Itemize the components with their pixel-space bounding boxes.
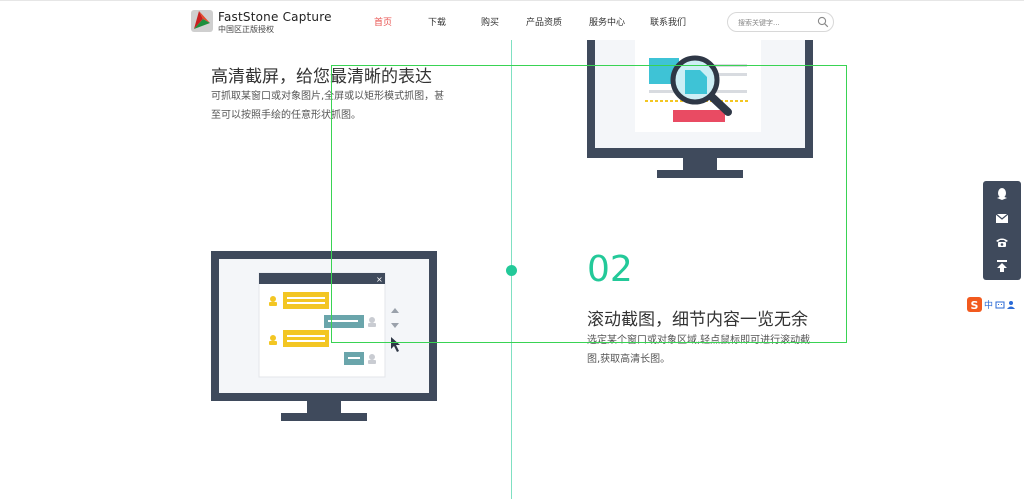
monitor-magnifier-illustration [587, 40, 813, 178]
ime-language[interactable]: 中 [984, 298, 993, 311]
search-input[interactable] [738, 17, 810, 28]
monitor-scroll-illustration: × [211, 251, 437, 421]
feature-2-title: 滚动截图，细节内容一览无余 [587, 310, 808, 330]
feature-1-title: 高清截屏，给您最清晰的表达 [211, 67, 432, 87]
ime-toolbar: S 中 [967, 296, 1024, 313]
sogou-s-icon[interactable]: S [967, 297, 982, 312]
feature-2-desc-line1: 选定某个窗口或对象区域,轻点鼠标即可进行滚动截 [587, 335, 811, 346]
qq-icon[interactable] [995, 187, 1009, 201]
search-icon[interactable] [817, 16, 829, 28]
punctuation-icon[interactable] [995, 300, 1005, 310]
nav-download[interactable]: 下载 [428, 15, 446, 28]
floating-contact-toolbar [983, 181, 1021, 280]
faststone-logo-icon[interactable] [191, 7, 213, 33]
nav-service[interactable]: 服务中心 [589, 15, 625, 28]
feature-2-number: 02 [587, 249, 633, 290]
search-box [727, 12, 834, 32]
brand-title[interactable]: FastStone Capture [218, 10, 332, 24]
feature-1-desc-line1: 可抓取某窗口或对象图片,全屏或以矩形模式抓图，甚 [211, 91, 445, 102]
timeline-dot [506, 265, 517, 276]
phone-icon[interactable] [995, 235, 1009, 249]
svg-text:×: × [376, 275, 383, 284]
nav-qualification[interactable]: 产品资质 [526, 15, 562, 28]
mail-icon[interactable] [995, 211, 1009, 225]
nav-buy[interactable]: 购买 [481, 15, 499, 28]
feature-2-desc-line2: 图,获取高清长图。 [587, 354, 671, 365]
brand-subtitle: 中国区正版授权 [218, 25, 274, 34]
svg-text:S: S [971, 299, 979, 312]
feature-1-desc-line2: 至可以按照手绘的任意形状抓图。 [211, 110, 361, 121]
nav-contact[interactable]: 联系我们 [650, 15, 686, 28]
back-to-top-icon[interactable] [995, 259, 1009, 273]
nav-home[interactable]: 首页 [374, 15, 392, 28]
site-header: FastStone Capture 中国区正版授权 首页 下载 购买 产品资质 … [0, 0, 1024, 40]
user-icon[interactable] [1007, 300, 1017, 310]
